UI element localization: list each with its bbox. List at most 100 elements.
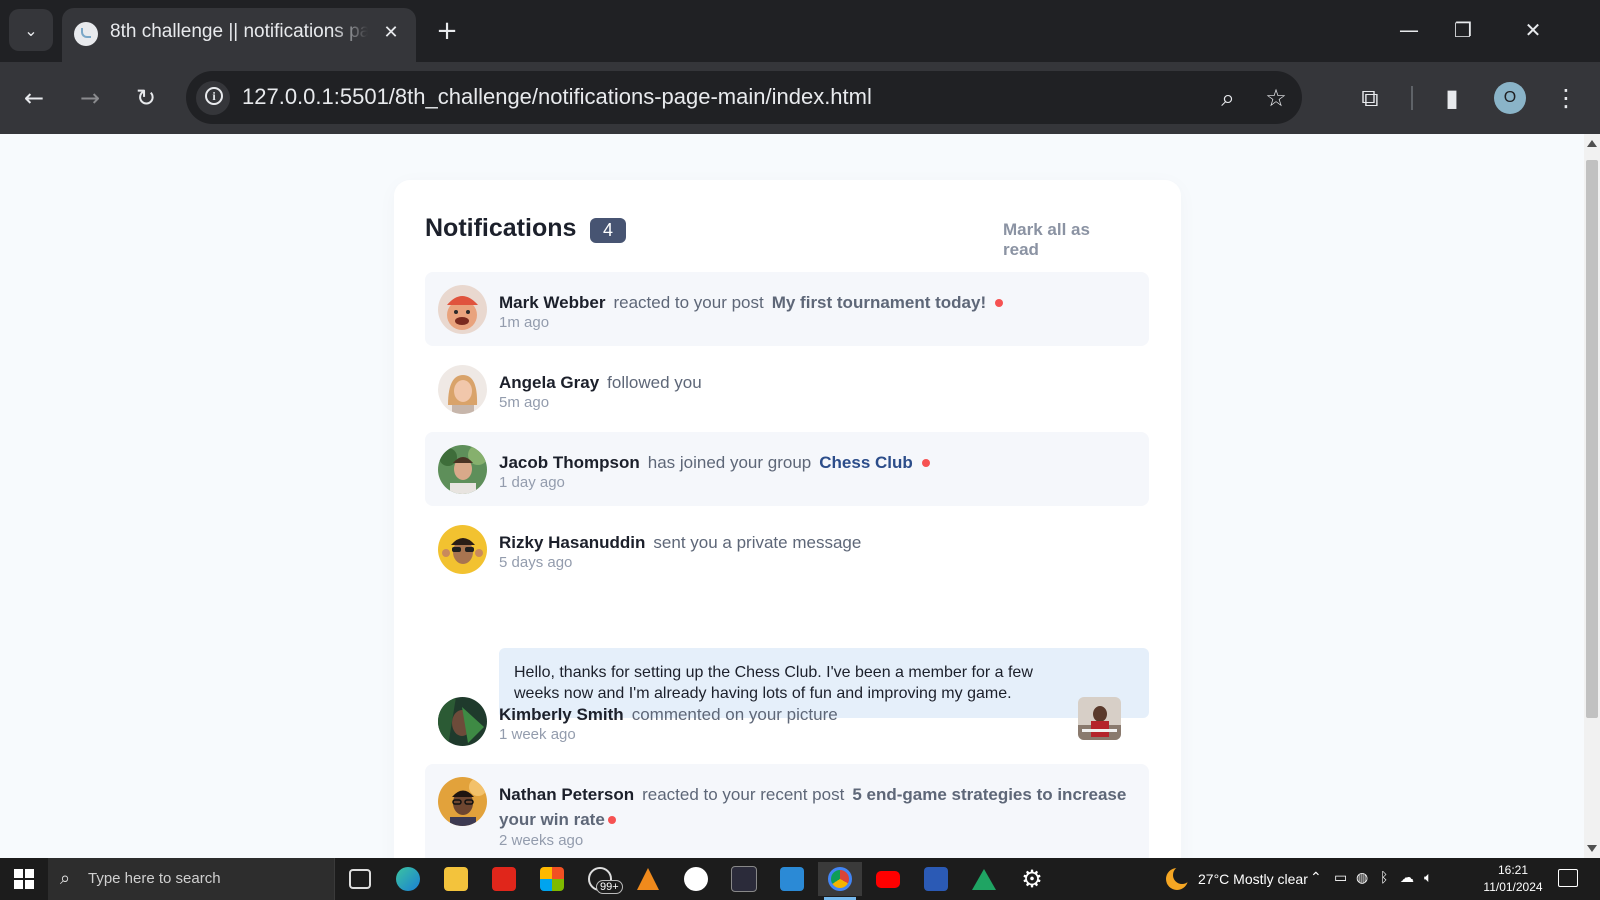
new-tab-button[interactable]: +: [430, 14, 464, 48]
tab-search-button[interactable]: ⌄: [9, 9, 53, 51]
site-info-icon[interactable]: [196, 81, 230, 115]
notification-text: Angela Gray followed you: [499, 373, 702, 393]
youtube-icon[interactable]: [866, 862, 910, 896]
windows-taskbar: ⌕ Type here to search 99+ ⚙ 27°C Mostly …: [0, 858, 1600, 900]
mark-all-read-button[interactable]: Mark all as read: [1003, 220, 1125, 260]
notification-time: 1m ago: [499, 314, 550, 331]
avatar: [438, 525, 487, 574]
notification-user-name[interactable]: Jacob Thompson: [499, 453, 640, 472]
notification-target-link[interactable]: My first tournament today!: [772, 293, 986, 312]
itunes-icon[interactable]: [674, 862, 718, 896]
avatar: [438, 365, 487, 414]
notification-text: Nathan Peterson reacted to your recent po…: [499, 785, 1126, 805]
volume-icon[interactable]: 🔈︎: [1424, 869, 1432, 886]
bluetooth-icon[interactable]: ᛒ: [1380, 869, 1388, 885]
windows-start-icon[interactable]: [14, 869, 34, 889]
unread-count-badge: 4: [590, 218, 626, 243]
whatsapp-badge: 99+: [596, 880, 623, 894]
task-view-icon[interactable]: [338, 862, 382, 896]
weather-widget[interactable]: 27°C Mostly clear: [1166, 858, 1308, 900]
notification-target-link-continued[interactable]: your win rate: [499, 810, 605, 829]
vscode-icon[interactable]: [770, 862, 814, 896]
notification-action: commented on your picture: [631, 705, 838, 724]
notification-time: 1 day ago: [499, 474, 565, 491]
scrollbar-thumb[interactable]: [1586, 160, 1598, 718]
notification-text: Jacob Thompson has joined your group Chess…: [499, 453, 930, 473]
notification-user-name[interactable]: Angela Gray: [499, 373, 599, 392]
bookmark-star-icon[interactable]: ☆: [1260, 83, 1292, 113]
close-tab-icon[interactable]: ✕: [378, 20, 404, 46]
edge-icon[interactable]: [386, 862, 430, 896]
forward-icon[interactable]: →: [70, 78, 110, 118]
clock-time: 16:21: [1497, 863, 1529, 877]
page-title: Notifications: [425, 214, 577, 242]
microsoft-store-icon[interactable]: [530, 862, 574, 896]
chrome-icon[interactable]: [818, 862, 862, 900]
taskbar-search-box[interactable]: ⌕ Type here to search: [48, 858, 335, 900]
menu-kebab-icon[interactable]: ⋮: [1548, 80, 1584, 116]
side-panel-icon[interactable]: ▮: [1434, 80, 1470, 116]
commented-picture-thumbnail[interactable]: [1078, 697, 1121, 740]
acrobat-icon[interactable]: [482, 862, 526, 896]
notification-time: 5m ago: [499, 394, 550, 411]
file-explorer-icon[interactable]: [434, 862, 478, 896]
browser-toolbar: ← → ↻ 127.0.0.1:5501/8th_challenge/notif…: [0, 62, 1600, 134]
notification-user-name[interactable]: Nathan Peterson: [499, 785, 634, 804]
action-center-icon[interactable]: [1558, 869, 1578, 887]
notification-text: Kimberly Smith commented on your picture: [499, 705, 838, 725]
settings-gear-icon[interactable]: ⚙: [1010, 862, 1054, 896]
notification-action: has joined your group: [647, 453, 812, 472]
toolbar-divider: [1411, 86, 1413, 110]
extensions-icon[interactable]: ⧉: [1352, 80, 1388, 116]
notification-time: 1 week ago: [499, 726, 576, 743]
profile-avatar[interactable]: O: [1494, 82, 1526, 114]
word-icon[interactable]: [914, 862, 958, 896]
notification-target-link[interactable]: 5 end-game strategies to increase: [852, 785, 1126, 804]
tab-favicon-icon: [74, 22, 98, 46]
google-drive-icon[interactable]: [962, 862, 1006, 896]
notification-user-name[interactable]: Mark Webber: [499, 293, 605, 312]
notification-group-link[interactable]: Chess Club: [819, 453, 913, 472]
notification-action: reacted to your post: [613, 293, 764, 312]
window-close-icon[interactable]: ✕: [1510, 10, 1556, 50]
avatar: [438, 697, 487, 746]
search-icon: ⌕: [60, 868, 71, 888]
globe-icon[interactable]: ◍: [1356, 869, 1368, 886]
notification-item[interactable]: Kimberly Smith commented on your picture …: [425, 684, 1149, 758]
minimize-icon[interactable]: —: [1386, 10, 1432, 50]
notification-item[interactable]: Nathan Peterson reacted to your recent po…: [425, 764, 1149, 858]
terminal-icon[interactable]: [722, 862, 766, 896]
tab-title: 8th challenge || notifications page: [110, 21, 368, 42]
notification-item[interactable]: Angela Gray followed you 5m ago: [425, 352, 1149, 426]
browser-tab-active[interactable]: 8th challenge || notifications page ✕: [62, 8, 416, 62]
notification-user-name[interactable]: Kimberly Smith: [499, 705, 624, 724]
notification-text: Rizky Hasanuddin sent you a private messa…: [499, 533, 861, 553]
notification-item[interactable]: Jacob Thompson has joined your group Chess…: [425, 432, 1149, 506]
battery-icon[interactable]: ▭: [1334, 869, 1347, 886]
zoom-icon[interactable]: ⌕: [1212, 83, 1244, 113]
card-header: Notifications 4 Mark all as read: [425, 214, 1125, 259]
url-text[interactable]: 127.0.0.1:5501/8th_challenge/notificatio…: [242, 84, 872, 110]
notification-item[interactable]: Rizky Hasanuddin sent you a private messa…: [425, 512, 1149, 586]
taskbar-search-placeholder: Type here to search: [88, 870, 221, 887]
back-icon[interactable]: ←: [14, 78, 54, 118]
clock-date: 11/01/2024: [1483, 880, 1543, 894]
scroll-up-arrow-icon[interactable]: [1587, 140, 1597, 147]
address-bar[interactable]: 127.0.0.1:5501/8th_challenge/notificatio…: [186, 71, 1302, 124]
notification-item[interactable]: Mark Webber reacted to your post My first …: [425, 272, 1149, 346]
onedrive-cloud-icon[interactable]: ☁: [1400, 869, 1414, 886]
tray-overflow-chevron-icon[interactable]: ⌃: [1310, 869, 1322, 886]
unread-dot: [995, 298, 1004, 307]
restore-icon[interactable]: ❐: [1440, 10, 1486, 50]
notifications-card: Notifications 4 Mark all as read Mark We…: [394, 180, 1181, 858]
scroll-down-arrow-icon[interactable]: [1587, 845, 1597, 852]
reload-icon[interactable]: ↻: [126, 78, 166, 118]
notification-action: sent you a private message: [653, 533, 862, 552]
page-scrollbar[interactable]: [1584, 134, 1600, 858]
whatsapp-icon[interactable]: 99+: [578, 862, 623, 896]
notification-user-name[interactable]: Rizky Hasanuddin: [499, 533, 645, 552]
notification-text: Mark Webber reacted to your post My first …: [499, 293, 1004, 313]
notification-time: 2 weeks ago: [499, 832, 584, 849]
vlc-icon[interactable]: [626, 862, 670, 896]
taskbar-clock[interactable]: 16:21 11/01/2024: [1476, 862, 1550, 896]
